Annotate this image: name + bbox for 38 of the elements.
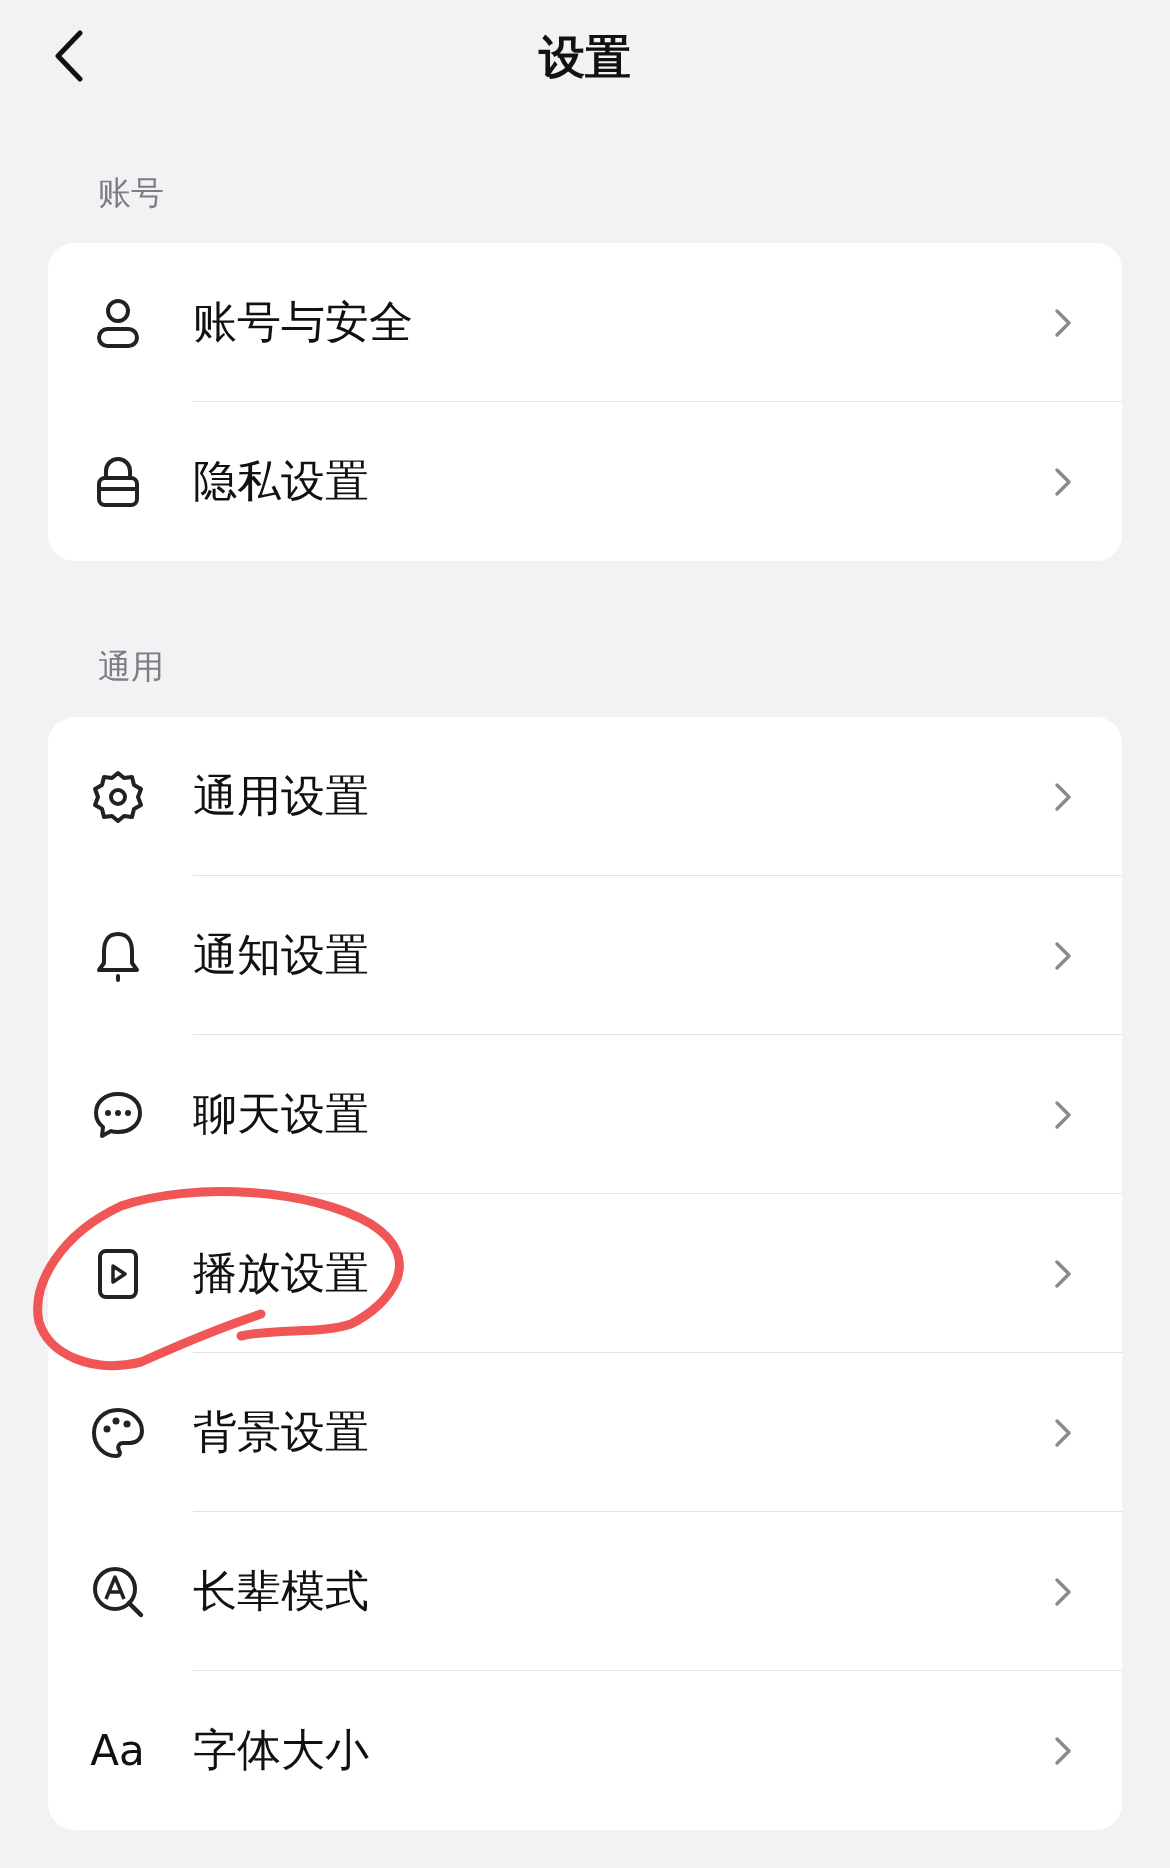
- item-label: 播放设置: [193, 1246, 370, 1300]
- settings-item[interactable]: 隐私设置: [48, 402, 1122, 561]
- magnifier-icon: [90, 1564, 145, 1619]
- item-label: 隐私设置: [193, 454, 370, 508]
- gear-icon: [90, 769, 145, 824]
- chevron-icon: [1054, 1099, 1072, 1130]
- item-label: 聊天设置: [193, 1087, 370, 1141]
- chevron-icon: [1054, 1576, 1072, 1607]
- settings-item[interactable]: 通知设置: [48, 876, 1122, 1035]
- settings-item[interactable]: 长辈模式: [48, 1512, 1122, 1671]
- section-label: 账号: [97, 173, 165, 213]
- item-label: 长辈模式: [193, 1564, 370, 1618]
- font-size-icon: Aa: [90, 1726, 145, 1775]
- chevron-icon: [1054, 307, 1072, 338]
- item-label: 字体大小: [193, 1723, 370, 1777]
- settings-item[interactable]: 播放设置: [48, 1194, 1122, 1353]
- lock-icon: [94, 455, 141, 508]
- settings-item[interactable]: 账号与安全: [48, 243, 1122, 402]
- item-label: 通用设置: [193, 769, 370, 823]
- chevron-icon: [1054, 466, 1072, 497]
- back-icon[interactable]: [54, 30, 84, 82]
- item-label: 通知设置: [193, 928, 370, 982]
- item-label: 账号与安全: [193, 295, 414, 349]
- chevron-icon: [1054, 1735, 1072, 1766]
- settings-item[interactable]: 聊天设置: [48, 1035, 1122, 1194]
- settings-item[interactable]: 通用设置: [48, 717, 1122, 876]
- chevron-icon: [1054, 781, 1072, 812]
- settings-item[interactable]: 背景设置: [48, 1353, 1122, 1512]
- play-icon: [96, 1247, 139, 1300]
- chevron-icon: [1054, 1258, 1072, 1289]
- palette-icon: [89, 1405, 146, 1460]
- chevron-icon: [1054, 1417, 1072, 1448]
- chevron-icon: [1054, 940, 1072, 971]
- settings-item[interactable]: Aa 字体大小: [48, 1671, 1122, 1830]
- section-label: 通用: [97, 647, 165, 687]
- item-label: 背景设置: [193, 1405, 370, 1459]
- chat-icon: [91, 1089, 144, 1140]
- page-title: 设置: [539, 28, 631, 86]
